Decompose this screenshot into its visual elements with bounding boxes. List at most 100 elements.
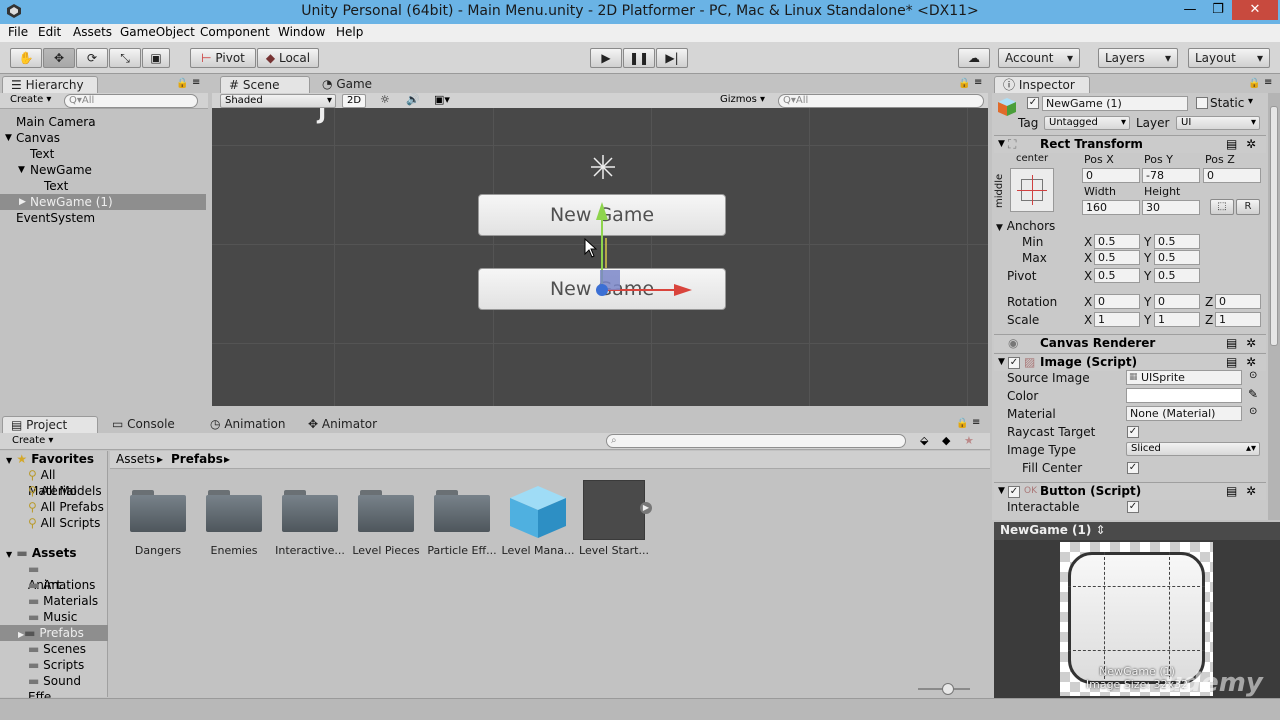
lock-icon[interactable]: 🔒	[958, 78, 970, 89]
scale-y-field[interactable]: 1	[1154, 312, 1200, 327]
prefab-cube-icon[interactable]	[508, 484, 568, 540]
account-dropdown[interactable]: Account ▾	[998, 48, 1080, 68]
favorite-star-icon[interactable]: ★	[964, 434, 974, 447]
assets-header[interactable]: ▼ ▬ Assets	[6, 545, 76, 561]
width-field[interactable]: 160	[1082, 200, 1140, 215]
menu-edit[interactable]: Edit	[38, 25, 61, 39]
rect-tool-button[interactable]: ▣	[142, 48, 170, 68]
help-icon[interactable]: ▤	[1226, 335, 1237, 352]
prefab-thumbnail[interactable]	[583, 480, 645, 540]
2d-toggle[interactable]: 2D	[342, 94, 366, 108]
asset-folder-particle-effects[interactable]	[434, 490, 490, 532]
rect-transform-header[interactable]: ▼ ⛶ Rect Transform ▤ ✲	[994, 135, 1266, 153]
gear-icon[interactable]: ✲	[1246, 483, 1256, 500]
object-picker-icon[interactable]: ⊙	[1249, 370, 1257, 381]
lock-icon[interactable]: 🔒	[1248, 78, 1260, 89]
project-search-input[interactable]: ⌕	[606, 434, 906, 448]
favorite-item[interactable]: ⚲ All Material	[28, 467, 107, 498]
rect-anchor-icon[interactable]	[590, 154, 616, 180]
raw-edit-button[interactable]: R	[1236, 199, 1260, 215]
anchor-max-y-field[interactable]: 0.5	[1154, 250, 1200, 265]
color-swatch[interactable]	[1126, 388, 1242, 403]
interactable-checkbox[interactable]: ✓	[1127, 501, 1139, 513]
favorite-item[interactable]: ⚲ All Scripts	[28, 515, 100, 531]
layer-dropdown[interactable]: UI ▾	[1176, 116, 1260, 130]
hierarchy-item-canvas[interactable]: ▼ Canvas	[0, 130, 206, 146]
anchor-presets-button[interactable]	[1010, 168, 1054, 212]
play-button[interactable]: ▶	[590, 48, 622, 68]
folder-item[interactable]: ▬ Scenes	[28, 641, 86, 657]
pos-y-field[interactable]: -78	[1142, 168, 1200, 183]
lighting-icon[interactable]: ☼	[380, 93, 390, 106]
favorites-header[interactable]: ▼ ★ Favorites	[6, 451, 94, 467]
close-button[interactable]: ✕	[1232, 0, 1278, 20]
scale-tool-button[interactable]: ⤡	[109, 48, 141, 68]
asset-folder-dangers[interactable]	[130, 490, 186, 532]
panel-menu-icon[interactable]: ≡	[974, 77, 982, 88]
local-toggle[interactable]: ◆ Local	[257, 48, 319, 68]
eyedropper-icon[interactable]: ✎	[1248, 387, 1258, 401]
breadcrumb-prefabs[interactable]: Prefabs	[171, 451, 223, 468]
hierarchy-search-input[interactable]: Q▾All	[64, 94, 198, 108]
image-script-header[interactable]: ▼ ✓ ▨ Image (Script) ▤ ✲	[994, 353, 1266, 371]
anchor-max-x-field[interactable]: 0.5	[1094, 250, 1140, 265]
filter-label-icon[interactable]: ◆	[942, 434, 950, 447]
tab-project[interactable]: ▤ Project	[2, 416, 98, 434]
filter-type-icon[interactable]: ⬙	[920, 434, 928, 447]
folder-item[interactable]: ▬ Animations	[28, 561, 107, 592]
panel-menu-icon[interactable]: ≡	[972, 417, 980, 428]
folder-item[interactable]: ▬ Art	[28, 577, 61, 593]
move-tool-button[interactable]: ✥	[43, 48, 75, 68]
hierarchy-create-dropdown[interactable]: Create ▾	[6, 94, 56, 108]
static-checkbox[interactable]	[1196, 97, 1208, 109]
tab-scene[interactable]: # Scene	[220, 76, 310, 94]
pos-z-field[interactable]: 0	[1203, 168, 1261, 183]
pivot-toggle[interactable]: ⊢ Pivot	[190, 48, 256, 68]
layout-dropdown[interactable]: Layout ▾	[1188, 48, 1270, 68]
asset-folder-interactive[interactable]	[282, 490, 338, 532]
audio-icon[interactable]: 🔊	[406, 93, 420, 106]
image-type-dropdown[interactable]: Sliced ▴▾	[1126, 442, 1260, 456]
hierarchy-item-text-child[interactable]: Text	[0, 178, 206, 194]
lock-icon[interactable]: 🔒	[176, 78, 188, 89]
chevron-down-icon[interactable]: ▾	[1248, 96, 1253, 107]
hierarchy-item-eventsystem[interactable]: EventSystem	[0, 210, 206, 226]
asset-folder-level-pieces[interactable]	[358, 490, 414, 532]
gear-icon[interactable]: ✲	[1246, 335, 1256, 352]
minimize-button[interactable]: —	[1176, 0, 1204, 20]
tag-dropdown[interactable]: Untagged ▾	[1044, 116, 1130, 130]
zoom-slider-handle[interactable]	[942, 683, 954, 695]
favorite-item[interactable]: ⚲ All Models	[28, 483, 102, 499]
rotation-x-field[interactable]: 0	[1094, 294, 1140, 309]
button-enabled-checkbox[interactable]: ✓	[1008, 486, 1020, 498]
source-image-field[interactable]: ▦ UISprite	[1126, 370, 1242, 385]
expand-prefab-icon[interactable]: ▶	[640, 502, 652, 514]
project-create-dropdown[interactable]: Create ▾	[12, 435, 53, 446]
favorite-item[interactable]: ⚲ All Prefabs	[28, 499, 104, 515]
pause-button[interactable]: ❚❚	[623, 48, 655, 68]
folder-item[interactable]: ▬ Materials	[28, 593, 98, 609]
object-name-field[interactable]: NewGame (1)	[1042, 96, 1188, 111]
lock-icon[interactable]: 🔒	[956, 418, 968, 429]
expand-arrow-icon[interactable]: ▼	[5, 130, 12, 146]
panel-menu-icon[interactable]: ≡	[1264, 77, 1272, 88]
tab-game[interactable]: ◔ Game	[314, 76, 384, 94]
anchor-min-x-field[interactable]: 0.5	[1094, 234, 1140, 249]
asset-folder-enemies[interactable]	[206, 490, 262, 532]
expand-arrow-icon[interactable]: ▼	[18, 162, 25, 178]
tab-inspector[interactable]: ⓘ Inspector	[994, 76, 1090, 94]
gear-icon[interactable]: ✲	[1246, 136, 1256, 153]
tab-hierarchy[interactable]: ☰ Hierarchy	[2, 76, 98, 94]
tab-animator[interactable]: ✥ Animator	[300, 416, 396, 434]
gear-icon[interactable]: ✲	[1246, 354, 1256, 371]
menu-component[interactable]: Component	[200, 25, 270, 39]
folder-item-selected[interactable]: ▶▬ Prefabs	[0, 625, 108, 641]
hierarchy-item-newgame[interactable]: ▼ NewGame	[0, 162, 206, 178]
material-field[interactable]: None (Material)	[1126, 406, 1242, 421]
fill-center-checkbox[interactable]: ✓	[1127, 462, 1139, 474]
menu-gameobject[interactable]: GameObject	[120, 25, 195, 39]
blueprint-mode-button[interactable]: ⬚	[1210, 199, 1234, 215]
help-icon[interactable]: ▤	[1226, 354, 1237, 371]
active-checkbox[interactable]: ✓	[1027, 97, 1039, 109]
scene-view[interactable]: J New Game New Game	[212, 108, 988, 406]
